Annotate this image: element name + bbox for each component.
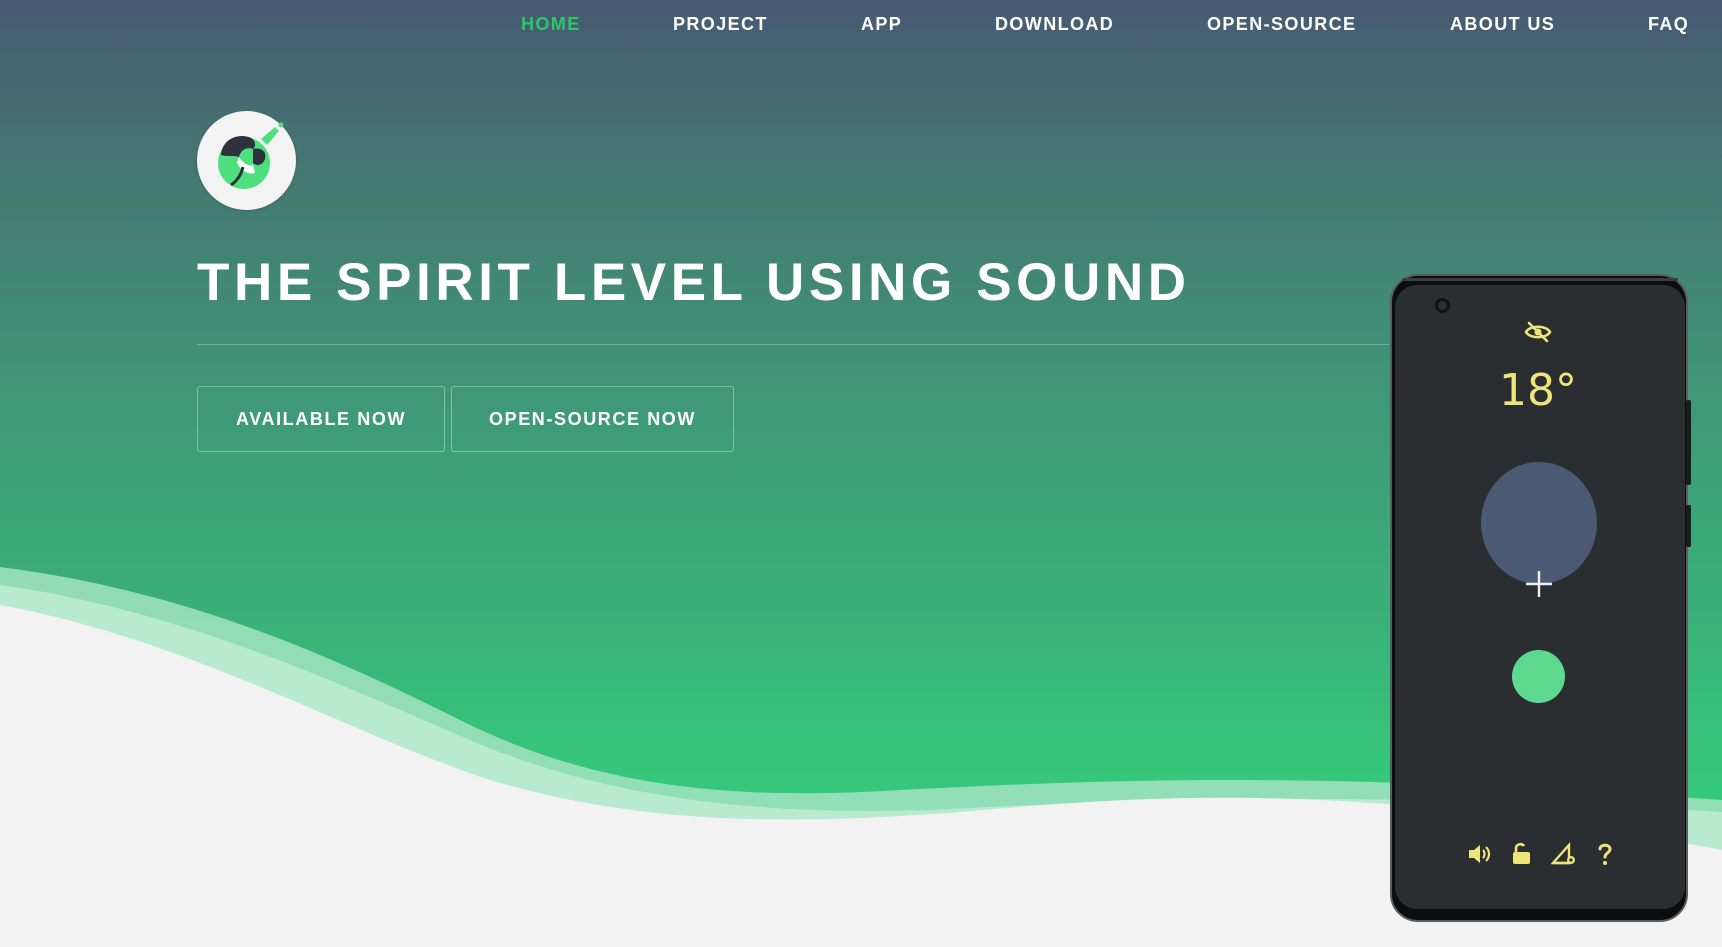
calibrate-icon[interactable] [1551,841,1577,867]
phone-side-button [1686,505,1691,547]
crosshair-icon [1526,571,1552,597]
level-target-circle [1481,462,1597,584]
nav-project[interactable]: PROJECT [673,14,768,35]
camera-icon [1435,298,1450,313]
help-icon[interactable] [1592,841,1618,867]
page-headline: THE SPIRIT LEVEL USING SOUND [197,253,1191,312]
app-logo[interactable] [197,111,296,210]
nav-open-source[interactable]: OPEN-SOURCE [1207,14,1356,35]
nav-download[interactable]: DOWNLOAD [995,14,1114,35]
main-nav: HOME PROJECT APP DOWNLOAD OPEN-SOURCE AB… [0,14,1722,38]
headline-divider [197,344,1392,345]
volume-icon[interactable] [1466,841,1492,867]
nav-faq[interactable]: FAQ [1648,14,1689,35]
phone-side-button [1686,400,1691,485]
eye-off-icon[interactable] [1524,320,1552,344]
angle-readout: 18° [1499,365,1577,416]
level-bubble [1512,650,1565,703]
app-logo-icon [218,122,284,189]
available-now-button[interactable]: AVAILABLE NOW [197,386,445,452]
unlock-icon[interactable] [1509,841,1535,867]
nav-about-us[interactable]: ABOUT US [1450,14,1555,35]
phone-top-edge [1402,278,1678,281]
nav-app[interactable]: APP [861,14,902,35]
nav-home[interactable]: HOME [521,14,581,35]
open-source-now-button[interactable]: OPEN-SOURCE NOW [451,386,734,452]
